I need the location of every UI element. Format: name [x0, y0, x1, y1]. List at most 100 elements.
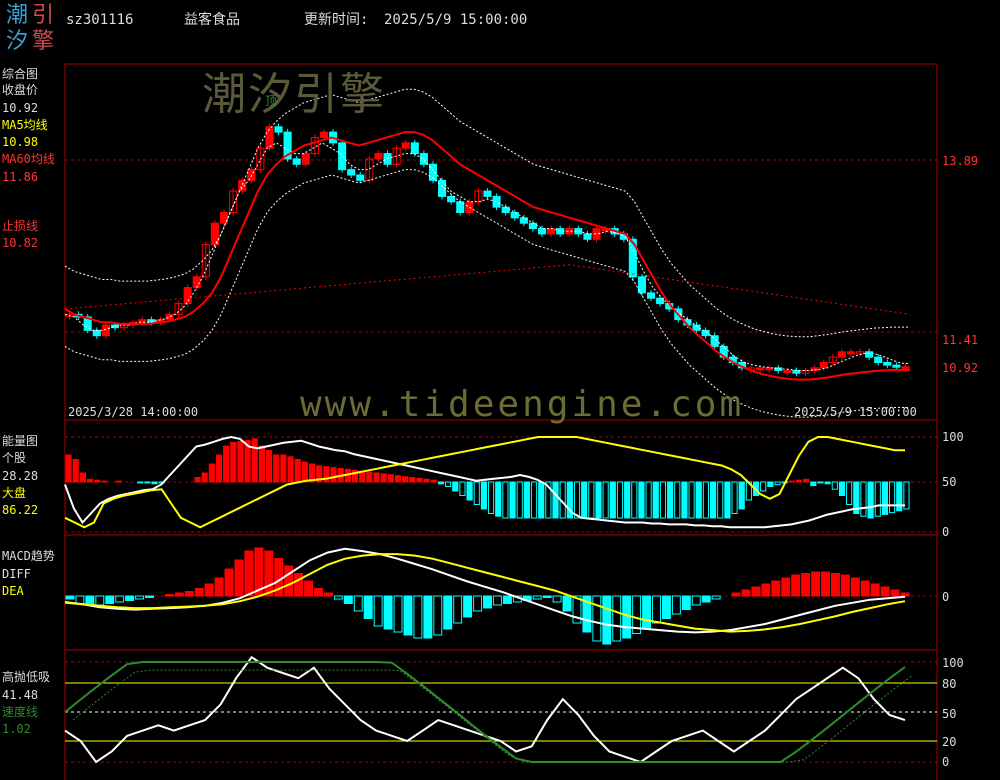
macd-bar [741, 589, 751, 597]
main-panel-title: 综合图 [2, 67, 39, 81]
candle [374, 153, 383, 160]
axis-label: 20 [942, 735, 957, 749]
energy-bar [258, 445, 266, 483]
energy-bar [881, 481, 889, 515]
energy-bar [860, 481, 867, 517]
energy-bar [237, 441, 244, 483]
candle [501, 206, 510, 213]
energy-bar [731, 481, 738, 514]
macd-bar [890, 589, 900, 597]
candle [528, 222, 537, 230]
speed-value: 1.02 [2, 722, 31, 736]
close-value: 10.92 [2, 101, 39, 115]
macd-bar [642, 595, 652, 630]
macd-bar [65, 595, 75, 600]
candle [792, 370, 801, 374]
axis-label: 80 [942, 677, 957, 691]
macd-bar [612, 595, 622, 642]
macd-bar [184, 591, 194, 597]
url-watermark: www.tideengine.com [300, 384, 745, 425]
energy-bar [151, 481, 158, 485]
energy-bar [273, 454, 280, 483]
energy-bar [638, 481, 645, 519]
macd-bar [204, 583, 214, 597]
macd-bar [413, 595, 423, 639]
energy-bar [616, 481, 624, 519]
macd-bar [870, 583, 880, 597]
energy-bar [889, 481, 896, 514]
energy-bar [215, 454, 223, 483]
energy-bar [602, 481, 609, 519]
macd-bar [502, 595, 512, 604]
axis-label: 11.41 [942, 333, 979, 347]
macd-bar [304, 580, 314, 597]
energy-bar [846, 481, 853, 505]
macd-bar [363, 595, 373, 619]
macd-bar [224, 568, 234, 597]
candle [547, 228, 556, 235]
ma5-label: MA5均线 [2, 118, 48, 132]
macd-bar [562, 595, 572, 612]
stock-energy-label: 个股 [2, 451, 27, 465]
axis-label: 100 [942, 430, 964, 444]
energy-bar [760, 481, 767, 492]
energy-bar [101, 480, 108, 483]
energy-bar [502, 481, 509, 519]
macd-bar [821, 571, 830, 597]
macd-bar [542, 595, 552, 598]
macd-panel-title: MACD趋势 [2, 549, 55, 563]
energy-bar [416, 477, 423, 483]
energy-bar [588, 481, 595, 519]
candle [165, 313, 174, 321]
macd-bar [701, 595, 711, 603]
macd-bar [353, 595, 363, 612]
axis-label: 0 [942, 755, 950, 769]
macd-bar [453, 595, 463, 624]
macd-bar [801, 573, 811, 597]
macd-bar [244, 550, 254, 597]
macd-bar [860, 580, 870, 597]
macd-bar [264, 550, 274, 597]
energy-bar [538, 481, 545, 519]
energy-bar [480, 481, 488, 510]
candle [510, 212, 519, 219]
energy-bar [473, 481, 480, 505]
energy-bar [795, 479, 803, 483]
energy-bar [867, 481, 874, 519]
candle [292, 158, 301, 165]
ma5-line [64, 142, 911, 371]
macd-bar [403, 595, 413, 636]
macd-bar [602, 595, 612, 645]
energy-bar [523, 481, 530, 519]
energy-bar [573, 481, 581, 519]
energy-bar [466, 481, 473, 501]
macd-bar [761, 583, 771, 597]
energy-bar [516, 481, 523, 519]
energy-bar [423, 478, 430, 483]
macd-bar [85, 595, 95, 606]
macd-bar [115, 595, 125, 603]
candle [837, 351, 846, 358]
ma60-value: 11.86 [2, 170, 39, 184]
market-energy-label: 大盘 [2, 486, 27, 500]
energy-bar [874, 481, 881, 517]
energy-bar [709, 481, 717, 519]
axis-label: 100 [942, 656, 964, 670]
macd-bar [532, 595, 542, 600]
close-label: 收盘价 [2, 83, 39, 97]
energy-bar [144, 481, 151, 484]
candle [537, 228, 547, 235]
brand-watermark: 潮汐引擎 [202, 69, 386, 120]
energy-bar [803, 478, 810, 483]
macd-bar [164, 594, 174, 597]
candle [883, 362, 892, 366]
energy-bar [667, 481, 674, 519]
energy-bar [230, 441, 237, 483]
axis-label: 50 [942, 475, 957, 489]
speed-signal-line [72, 669, 914, 763]
candle [319, 131, 328, 138]
macd-bar [880, 586, 890, 597]
energy-bar [430, 479, 437, 483]
end-date: 2025/5/9 15:00:00 [794, 405, 917, 419]
energy-bar [366, 471, 373, 483]
